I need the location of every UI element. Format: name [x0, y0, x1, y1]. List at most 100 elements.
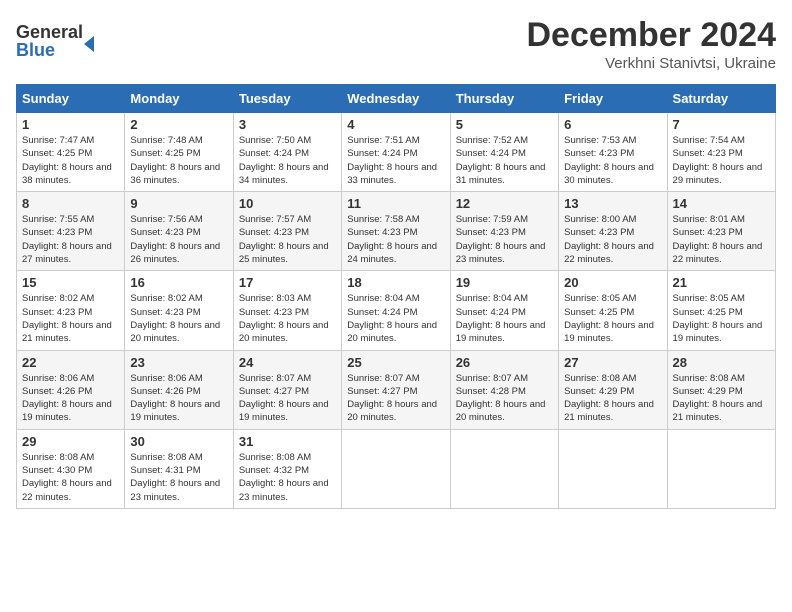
calendar-cell: 27 Sunrise: 8:08 AMSunset: 4:29 PMDayligh…: [559, 350, 667, 429]
day-of-week-header: Friday: [559, 85, 667, 113]
calendar-cell: 13 Sunrise: 8:00 AMSunset: 4:23 PMDayligh…: [559, 192, 667, 271]
day-number: 11: [347, 196, 444, 211]
calendar-cell: [559, 429, 667, 508]
day-number: 3: [239, 117, 336, 132]
calendar-cell: 2 Sunrise: 7:48 AMSunset: 4:25 PMDaylight…: [125, 113, 233, 192]
day-detail: Sunrise: 8:07 AMSunset: 4:27 PMDaylight:…: [239, 372, 336, 425]
svg-text:Blue: Blue: [16, 40, 55, 60]
svg-text:General: General: [16, 22, 83, 42]
calendar-cell: 10 Sunrise: 7:57 AMSunset: 4:23 PMDayligh…: [233, 192, 341, 271]
calendar-table: SundayMondayTuesdayWednesdayThursdayFrid…: [16, 84, 776, 509]
day-of-week-header: Thursday: [450, 85, 558, 113]
day-detail: Sunrise: 8:06 AMSunset: 4:26 PMDaylight:…: [22, 372, 119, 425]
calendar-cell: 8 Sunrise: 7:55 AMSunset: 4:23 PMDaylight…: [17, 192, 125, 271]
day-number: 21: [673, 275, 770, 290]
day-detail: Sunrise: 8:00 AMSunset: 4:23 PMDaylight:…: [564, 213, 661, 266]
day-number: 19: [456, 275, 553, 290]
day-detail: Sunrise: 8:01 AMSunset: 4:23 PMDaylight:…: [673, 213, 770, 266]
day-detail: Sunrise: 8:04 AMSunset: 4:24 PMDaylight:…: [347, 292, 444, 345]
day-number: 20: [564, 275, 661, 290]
day-number: 30: [130, 434, 227, 449]
day-of-week-header: Sunday: [17, 85, 125, 113]
calendar-cell: 6Sunrise: 7:53 AMSunset: 4:23 PMDaylight…: [559, 113, 667, 192]
day-number: 28: [673, 355, 770, 370]
calendar-cell: 16Sunrise: 8:02 AMSunset: 4:23 PMDayligh…: [125, 271, 233, 350]
day-number: 7: [673, 117, 770, 132]
calendar-cell: 21 Sunrise: 8:05 AMSunset: 4:25 PMDayligh…: [667, 271, 775, 350]
day-detail: Sunrise: 8:04 AMSunset: 4:24 PMDaylight:…: [456, 292, 553, 345]
calendar-cell: 7Sunrise: 7:54 AMSunset: 4:23 PMDaylight…: [667, 113, 775, 192]
calendar-cell: 15 Sunrise: 8:02 AMSunset: 4:23 PMDayligh…: [17, 271, 125, 350]
calendar-cell: [667, 429, 775, 508]
day-detail: Sunrise: 7:55 AMSunset: 4:23 PMDaylight:…: [22, 213, 119, 266]
calendar-cell: 19 Sunrise: 8:04 AMSunset: 4:24 PMDayligh…: [450, 271, 558, 350]
calendar-cell: 4Sunrise: 7:51 AMSunset: 4:24 PMDaylight…: [342, 113, 450, 192]
day-number: 10: [239, 196, 336, 211]
day-number: 5: [456, 117, 553, 132]
calendar-week-row: 15 Sunrise: 8:02 AMSunset: 4:23 PMDayligh…: [17, 271, 776, 350]
calendar-cell: 17Sunrise: 8:03 AMSunset: 4:23 PMDayligh…: [233, 271, 341, 350]
day-number: 18: [347, 275, 444, 290]
day-number: 31: [239, 434, 336, 449]
day-number: 9: [130, 196, 227, 211]
day-detail: Sunrise: 8:06 AMSunset: 4:26 PMDaylight:…: [130, 372, 227, 425]
day-detail: Sunrise: 7:48 AMSunset: 4:25 PMDaylight:…: [130, 134, 227, 187]
day-detail: Sunrise: 8:08 AMSunset: 4:29 PMDaylight:…: [673, 372, 770, 425]
day-number: 15: [22, 275, 119, 290]
logo-icon: General Blue: [16, 16, 96, 66]
day-number: 26: [456, 355, 553, 370]
calendar-cell: 29 Sunrise: 8:08 AMSunset: 4:30 PMDayligh…: [17, 429, 125, 508]
day-detail: Sunrise: 8:07 AMSunset: 4:28 PMDaylight:…: [456, 372, 553, 425]
day-detail: Sunrise: 8:05 AMSunset: 4:25 PMDaylight:…: [564, 292, 661, 345]
location-subtitle: Verkhni Stanivtsi, Ukraine: [526, 55, 776, 72]
calendar-cell: 28 Sunrise: 8:08 AMSunset: 4:29 PMDayligh…: [667, 350, 775, 429]
day-detail: Sunrise: 7:47 AMSunset: 4:25 PMDaylight:…: [22, 134, 119, 187]
calendar-cell: [450, 429, 558, 508]
day-number: 6: [564, 117, 661, 132]
day-number: 23: [130, 355, 227, 370]
calendar-header-row: SundayMondayTuesdayWednesdayThursdayFrid…: [17, 85, 776, 113]
day-number: 8: [22, 196, 119, 211]
day-detail: Sunrise: 8:08 AMSunset: 4:30 PMDaylight:…: [22, 451, 119, 504]
calendar-cell: 25Sunrise: 8:07 AMSunset: 4:27 PMDayligh…: [342, 350, 450, 429]
day-detail: Sunrise: 7:51 AMSunset: 4:24 PMDaylight:…: [347, 134, 444, 187]
calendar-cell: 5Sunrise: 7:52 AMSunset: 4:24 PMDaylight…: [450, 113, 558, 192]
day-detail: Sunrise: 7:50 AMSunset: 4:24 PMDaylight:…: [239, 134, 336, 187]
calendar-cell: 20 Sunrise: 8:05 AMSunset: 4:25 PMDayligh…: [559, 271, 667, 350]
calendar-cell: 3 Sunrise: 7:50 AMSunset: 4:24 PMDaylight…: [233, 113, 341, 192]
month-title: December 2024: [526, 16, 776, 55]
day-detail: Sunrise: 7:58 AMSunset: 4:23 PMDaylight:…: [347, 213, 444, 266]
logo: General Blue: [16, 16, 96, 66]
day-detail: Sunrise: 8:02 AMSunset: 4:23 PMDaylight:…: [22, 292, 119, 345]
day-detail: Sunrise: 8:08 AMSunset: 4:31 PMDaylight:…: [130, 451, 227, 504]
day-detail: Sunrise: 8:03 AMSunset: 4:23 PMDaylight:…: [239, 292, 336, 345]
day-number: 29: [22, 434, 119, 449]
day-detail: Sunrise: 8:05 AMSunset: 4:25 PMDaylight:…: [673, 292, 770, 345]
day-detail: Sunrise: 7:57 AMSunset: 4:23 PMDaylight:…: [239, 213, 336, 266]
calendar-week-row: 1Sunrise: 7:47 AMSunset: 4:25 PMDaylight…: [17, 113, 776, 192]
day-number: 2: [130, 117, 227, 132]
calendar-cell: 11 Sunrise: 7:58 AMSunset: 4:23 PMDayligh…: [342, 192, 450, 271]
calendar-cell: 12Sunrise: 7:59 AMSunset: 4:23 PMDayligh…: [450, 192, 558, 271]
day-number: 16: [130, 275, 227, 290]
day-number: 13: [564, 196, 661, 211]
day-of-week-header: Wednesday: [342, 85, 450, 113]
day-of-week-header: Monday: [125, 85, 233, 113]
day-number: 24: [239, 355, 336, 370]
calendar-cell: [342, 429, 450, 508]
calendar-week-row: 22 Sunrise: 8:06 AMSunset: 4:26 PMDayligh…: [17, 350, 776, 429]
calendar-cell: 1Sunrise: 7:47 AMSunset: 4:25 PMDaylight…: [17, 113, 125, 192]
calendar-cell: 22 Sunrise: 8:06 AMSunset: 4:26 PMDayligh…: [17, 350, 125, 429]
calendar-cell: 23 Sunrise: 8:06 AMSunset: 4:26 PMDayligh…: [125, 350, 233, 429]
day-detail: Sunrise: 8:07 AMSunset: 4:27 PMDaylight:…: [347, 372, 444, 425]
calendar-week-row: 29 Sunrise: 8:08 AMSunset: 4:30 PMDayligh…: [17, 429, 776, 508]
calendar-cell: 31 Sunrise: 8:08 AMSunset: 4:32 PMDayligh…: [233, 429, 341, 508]
day-detail: Sunrise: 8:08 AMSunset: 4:29 PMDaylight:…: [564, 372, 661, 425]
day-number: 22: [22, 355, 119, 370]
title-area: December 2024 Verkhni Stanivtsi, Ukraine: [526, 16, 776, 72]
calendar-cell: 9Sunrise: 7:56 AMSunset: 4:23 PMDaylight…: [125, 192, 233, 271]
day-detail: Sunrise: 8:08 AMSunset: 4:32 PMDaylight:…: [239, 451, 336, 504]
day-number: 27: [564, 355, 661, 370]
day-number: 12: [456, 196, 553, 211]
day-of-week-header: Tuesday: [233, 85, 341, 113]
